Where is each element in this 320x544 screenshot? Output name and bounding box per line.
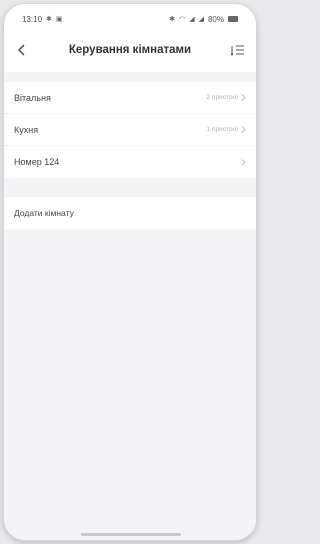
room-row[interactable]: Вітальня 2 пристрої bbox=[4, 82, 256, 114]
chevron-right-icon bbox=[241, 158, 246, 166]
phone-screen: 13:10 ✱ ▣ ✱ ◠ ◢ ◢ 80% Керування кімнатам… bbox=[3, 3, 257, 541]
header: Керування кімнатами bbox=[4, 28, 256, 72]
battery-percent: 80% bbox=[207, 14, 224, 24]
room-row[interactable]: Кухня 1 пристрої bbox=[4, 114, 256, 146]
room-row-right bbox=[238, 158, 246, 166]
room-name: Вітальня bbox=[14, 92, 51, 103]
signal-icon: ◢ bbox=[189, 15, 195, 23]
room-device-count: 2 пристрої bbox=[206, 94, 238, 101]
settings-icon: ✱ bbox=[46, 15, 52, 23]
room-name: Кухня bbox=[14, 124, 39, 135]
signal-icon-2: ◢ bbox=[198, 15, 204, 23]
home-indicator[interactable] bbox=[81, 533, 181, 536]
add-room-button[interactable]: Додати кімнату bbox=[4, 197, 256, 229]
sort-list-icon bbox=[231, 45, 244, 56]
room-device-count: 1 пристрої bbox=[206, 126, 238, 133]
status-bar: 13:10 ✱ ▣ ✱ ◠ ◢ ◢ 80% bbox=[4, 4, 256, 28]
room-row-right: 1 пристрої bbox=[207, 126, 246, 133]
status-right: ✱ ◠ ◢ ◢ 80% bbox=[169, 15, 238, 24]
status-left: 13:10 ✱ ▣ bbox=[22, 15, 63, 24]
chevron-right-icon bbox=[241, 94, 246, 101]
rooms-list: Вітальня 2 пристрої Кухня 1 пристрої Ном… bbox=[4, 82, 256, 178]
status-time: 13:10 bbox=[22, 14, 43, 24]
wifi-icon: ◠ bbox=[179, 15, 186, 23]
chevron-right-icon bbox=[241, 126, 246, 133]
add-room-label: Додати кімнату bbox=[14, 208, 74, 218]
image-icon: ▣ bbox=[55, 15, 63, 23]
room-row-right: 2 пристрої bbox=[207, 94, 246, 101]
chevron-left-icon bbox=[18, 44, 25, 56]
sort-button[interactable] bbox=[228, 40, 248, 60]
battery-icon bbox=[228, 16, 238, 22]
room-row[interactable]: Номер 124 bbox=[4, 146, 256, 178]
back-button[interactable] bbox=[12, 40, 32, 60]
room-name: Номер 124 bbox=[14, 157, 60, 167]
page-title: Керування кімнатами bbox=[68, 44, 192, 56]
bluetooth-icon: ✱ bbox=[169, 15, 176, 23]
